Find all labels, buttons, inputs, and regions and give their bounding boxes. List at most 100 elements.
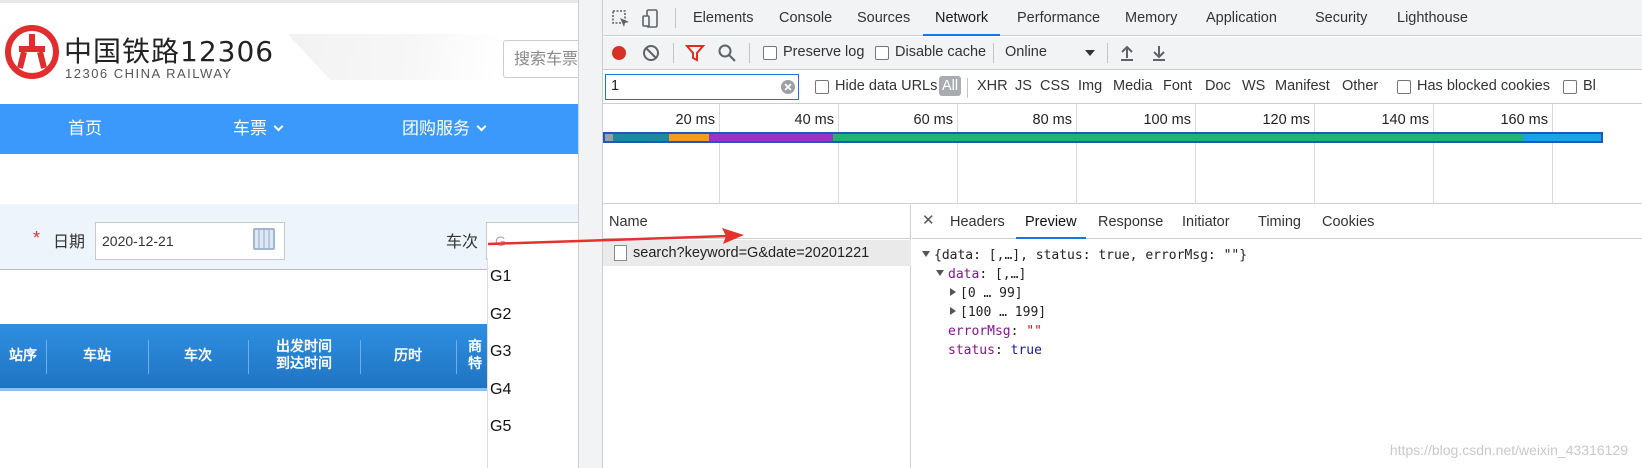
brand-name: 中国铁路12306 [64, 35, 275, 68]
json-range-node[interactable]: [100 … 199] [950, 303, 1046, 322]
divider [673, 43, 674, 63]
name-column-header[interactable]: Name [603, 205, 911, 239]
filter-input[interactable]: 1 [605, 74, 799, 100]
json-root-summary: {data: [,…], status: true, errorMsg: ""} [934, 248, 1248, 263]
divider [967, 78, 968, 98]
filter-icon[interactable] [685, 43, 705, 63]
timeline-tick-label: 120 ms [1262, 112, 1310, 128]
filter-type-manifest[interactable]: Manifest [1275, 78, 1330, 94]
calendar-icon[interactable] [253, 228, 275, 250]
devtools-resize-strip[interactable] [579, 0, 603, 468]
suggestion-item[interactable]: G3 [490, 343, 511, 361]
close-icon[interactable]: ✕ [922, 205, 935, 237]
disable-cache-checkbox[interactable] [875, 46, 889, 60]
blocked-requests-checkbox[interactable] [1563, 80, 1577, 94]
expand-triangle-icon [922, 251, 930, 257]
divider [675, 8, 676, 28]
tab-network[interactable]: Network [923, 0, 1001, 36]
json-key: errorMsg [948, 324, 1011, 339]
filter-type-media[interactable]: Media [1113, 78, 1153, 94]
nav-item-home[interactable]: 首页 [68, 104, 102, 154]
preserve-log-label: Preserve log [783, 44, 865, 60]
header-decoration [288, 34, 498, 80]
timeline-tick-label: 80 ms [1032, 112, 1073, 128]
nav-item-group-service[interactable]: 团购服务 [402, 104, 487, 154]
column-header-station: 车站 [83, 347, 111, 364]
tab-console[interactable]: Console [779, 0, 832, 36]
train-number-input[interactable]: G [486, 222, 578, 260]
tab-lighthouse[interactable]: Lighthouse [1397, 0, 1468, 36]
tab-headers[interactable]: Headers [950, 205, 1005, 239]
clear-filter-icon[interactable] [780, 79, 796, 95]
hide-data-urls-checkbox[interactable] [815, 80, 829, 94]
tab-sources[interactable]: Sources [857, 0, 910, 36]
train-suggestion-list: G1 G2 G3 G4 G5 [487, 258, 578, 468]
detail-tabbar: ✕ Headers Preview Response Initiator Tim… [912, 205, 1642, 239]
nav-item-tickets[interactable]: 车票 [233, 104, 284, 154]
tab-preview[interactable]: Preview [1016, 205, 1086, 239]
filter-type-js[interactable]: JS [1015, 78, 1032, 94]
json-preview: {data: [,…], status: true, errorMsg: ""}… [912, 240, 1642, 468]
json-range: [0 … 99] [960, 286, 1023, 301]
tab-response[interactable]: Response [1098, 205, 1163, 239]
import-har-icon[interactable] [1117, 43, 1137, 63]
tab-application[interactable]: Application [1206, 0, 1277, 36]
preserve-log-checkbox[interactable] [763, 46, 777, 60]
device-toolbar-icon[interactable] [641, 9, 661, 29]
filter-type-all[interactable]: All [939, 76, 962, 96]
json-data-node[interactable]: data: [,…] [936, 265, 1026, 284]
filter-type-css[interactable]: CSS [1040, 78, 1070, 94]
json-range-node[interactable]: [0 … 99] [950, 284, 1023, 303]
inspect-element-icon[interactable] [611, 9, 631, 29]
network-toolbar: Preserve log Disable cache Online [603, 37, 1642, 70]
tab-initiator[interactable]: Initiator [1182, 205, 1230, 239]
timeline-tick-label: 40 ms [794, 112, 835, 128]
clear-icon[interactable] [641, 43, 661, 63]
request-row[interactable]: search?keyword=G&date=20201221 [603, 240, 911, 266]
filter-type-doc[interactable]: Doc [1205, 78, 1231, 94]
export-har-icon[interactable] [1149, 43, 1169, 63]
suggestion-item[interactable]: G2 [490, 306, 511, 324]
json-boolean-value: true [1010, 343, 1042, 358]
departure-time-header: 出发时间 [276, 339, 332, 355]
tab-memory[interactable]: Memory [1125, 0, 1177, 36]
divider [1107, 43, 1108, 63]
tab-security[interactable]: Security [1315, 0, 1367, 36]
tab-elements[interactable]: Elements [693, 0, 753, 36]
filter-type-xhr[interactable]: XHR [977, 78, 1008, 94]
json-string-value: "" [1026, 324, 1042, 339]
tab-timing[interactable]: Timing [1258, 205, 1301, 239]
suggestion-item[interactable]: G1 [490, 268, 511, 286]
timeline-tick-label: 20 ms [675, 112, 716, 128]
throttling-select[interactable]: Online [1005, 44, 1095, 60]
chevron-down-icon [273, 121, 284, 132]
search-icon[interactable] [717, 43, 737, 63]
suggestion-item[interactable]: G5 [490, 418, 511, 436]
json-root-node[interactable]: {data: [,…], status: true, errorMsg: ""} [922, 246, 1247, 265]
json-error-node: errorMsg: "" [948, 324, 1042, 339]
site-search-input[interactable]: 搜索车票 [503, 40, 578, 78]
expand-triangle-icon [936, 270, 944, 276]
filter-type-font[interactable]: Font [1163, 78, 1192, 94]
schedule-table-header: 站序 车站 车次 出发时间 到达时间 历时 商 特 [0, 324, 490, 391]
divider [993, 43, 994, 63]
network-overview-timeline[interactable]: 20 ms 40 ms 60 ms 80 ms 100 ms 120 ms 14… [603, 104, 1642, 204]
column-header-train: 车次 [184, 347, 212, 364]
suggestion-item[interactable]: G4 [490, 381, 511, 399]
arrival-time-header: 到达时间 [276, 356, 332, 372]
devtools-tabbar: Elements Console Sources Network Perform… [603, 0, 1642, 36]
record-icon[interactable] [609, 43, 629, 63]
filter-type-ws[interactable]: WS [1242, 78, 1265, 94]
filter-type-img[interactable]: Img [1078, 78, 1102, 94]
json-range: [100 … 199] [960, 305, 1047, 320]
tab-cookies[interactable]: Cookies [1322, 205, 1374, 239]
blocked-cookies-checkbox[interactable] [1397, 80, 1411, 94]
column-header-duration: 历时 [394, 347, 422, 364]
timeline-tick-label: 140 ms [1381, 112, 1429, 128]
watermark-text: https://blog.csdn.net/weixin_43316129 [1389, 442, 1628, 458]
date-label: 日期 [53, 232, 86, 251]
tab-performance[interactable]: Performance [1017, 0, 1100, 36]
main-nav: 首页 车票 团购服务 [0, 104, 578, 154]
blocked-cookies-label: Has blocked cookies [1417, 78, 1550, 94]
filter-type-other[interactable]: Other [1342, 78, 1378, 94]
